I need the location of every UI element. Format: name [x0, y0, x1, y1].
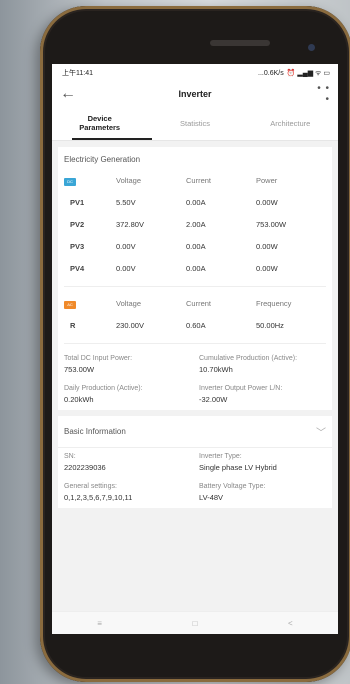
col-header-frequency: Frequency: [256, 299, 292, 308]
section-title: Basic Information: [64, 427, 126, 436]
tab-device-parameters[interactable]: Device Parameters: [52, 114, 147, 132]
section-title: Electricity Generation: [64, 155, 141, 164]
pv-name: PV2: [70, 220, 85, 229]
info-item: SN: 2202239036: [64, 452, 191, 472]
production-summary: Total DC Input Power: 753.00W Cumulative…: [58, 350, 332, 410]
active-tab-indicator: [72, 138, 152, 140]
summary-label: Inverter Output Power L/N:: [199, 385, 283, 392]
summary-label: Total DC Input Power:: [64, 355, 133, 362]
menu-icon[interactable]: ≡: [97, 619, 102, 628]
col-header-voltage: Voltage: [116, 176, 142, 185]
pv-voltage: 5.50V: [116, 198, 136, 207]
status-icons: ...0.6K/s ⏰ ▂▄▆ ᯤ ▭: [258, 69, 330, 78]
summary-value: 0.20kWh: [64, 395, 94, 404]
tab-bar: Device Parameters Statistics Architectur…: [52, 106, 338, 141]
col-header-voltage: Voltage: [116, 299, 142, 308]
ac-badge-cell: AC: [64, 293, 116, 315]
ac-frequency: 50.00Hz: [256, 321, 284, 330]
divider: [64, 343, 326, 344]
info-item: General settings: 0,1,2,3,5,6,7,9,10,11: [64, 482, 191, 502]
summary-value: -32.00W: [199, 395, 228, 404]
basic-information-grid: SN: 2202239036 Inverter Type: Single pha…: [58, 448, 332, 508]
pv-name: PV3: [70, 242, 85, 251]
title-bar: ← Inverter • • •: [52, 82, 338, 106]
ac-current: 0.60A: [186, 321, 206, 330]
info-value: 2202239036: [64, 463, 106, 472]
status-time: 上午11:41: [62, 70, 93, 77]
back-icon[interactable]: <: [288, 619, 293, 628]
info-label: General settings:: [64, 483, 117, 490]
ac-phase-name: R: [70, 321, 76, 330]
pv-power: 0.00W: [256, 242, 278, 251]
tab-architecture[interactable]: Architecture: [243, 119, 338, 128]
earpiece-speaker: [210, 40, 270, 46]
dc-badge: DC: [64, 178, 76, 186]
pv-current: 0.00A: [186, 242, 206, 251]
info-item: Inverter Type: Single phase LV Hybrid: [199, 452, 326, 472]
info-value: LV-48V: [199, 493, 224, 502]
tab-label-line2: Parameters: [79, 123, 121, 132]
pv-current: 0.00A: [186, 264, 206, 273]
back-arrow-icon[interactable]: ←: [60, 85, 80, 103]
info-label: Inverter Type:: [199, 453, 242, 460]
more-options-icon[interactable]: • • •: [310, 83, 330, 105]
summary-item: Daily Production (Active): 0.20kWh: [64, 384, 191, 404]
system-navigation-bar: ≡ □ <: [52, 611, 338, 634]
pv-name: PV4: [70, 264, 85, 273]
dc-table: DC Voltage Current Power PV1 5.50V 0.00A…: [58, 170, 332, 280]
divider: [64, 286, 326, 287]
ac-badge: AC: [64, 301, 76, 309]
status-bar: 上午11:41 ...0.6K/s ⏰ ▂▄▆ ᯤ ▭: [52, 64, 338, 82]
info-label: Battery Voltage Type:: [199, 483, 266, 490]
tab-label-line1: Device: [87, 114, 112, 123]
chevron-down-icon[interactable]: ﹀: [316, 424, 326, 439]
pv-power: 0.00W: [256, 198, 278, 207]
electricity-generation-card: Electricity Generation DC Voltage Curren…: [58, 147, 332, 410]
col-header-current: Current: [186, 299, 212, 308]
summary-item: Total DC Input Power: 753.00W: [64, 354, 191, 374]
home-icon[interactable]: □: [193, 619, 198, 628]
pv-power: 753.00W: [256, 220, 287, 229]
ac-table: AC Voltage Current Frequency R 230.00V 0…: [58, 293, 332, 337]
dc-badge-cell: DC: [64, 170, 116, 192]
info-label: SN:: [64, 453, 76, 460]
info-value: 0,1,2,3,5,6,7,9,10,11: [64, 493, 133, 502]
pv-voltage: 0.00V: [116, 264, 136, 273]
status-indicator-icons: ⏰ ▂▄▆ ᯤ ▭: [286, 69, 330, 77]
ac-voltage: 230.00V: [116, 321, 144, 330]
basic-information-header[interactable]: Basic Information ﹀: [58, 416, 332, 448]
pv-voltage: 0.00V: [116, 242, 136, 251]
col-header-power: Power: [256, 176, 278, 185]
col-header-current: Current: [186, 176, 212, 185]
pv-power: 0.00W: [256, 264, 278, 273]
basic-information-card: Basic Information ﹀ SN: 2202239036 Inver…: [58, 416, 332, 508]
summary-item: Inverter Output Power L/N: -32.00W: [199, 384, 326, 404]
info-value: Single phase LV Hybrid: [199, 463, 277, 472]
pv-name: PV1: [70, 198, 85, 207]
info-item: Battery Voltage Type: LV-48V: [199, 482, 326, 502]
summary-label: Cumulative Production (Active):: [199, 355, 298, 362]
pv-voltage: 372.80V: [116, 220, 144, 229]
network-speed: ...0.6K/s: [258, 69, 284, 77]
pv-current: 0.00A: [186, 198, 206, 207]
front-camera: [308, 44, 315, 51]
page-title: Inverter: [178, 89, 212, 99]
pv-current: 2.00A: [186, 220, 206, 229]
app-screen: 上午11:41 ...0.6K/s ⏰ ▂▄▆ ᯤ ▭ ← Inverter •…: [52, 64, 338, 634]
summary-value: 10.70kWh: [199, 365, 233, 374]
summary-value: 753.00W: [64, 365, 95, 374]
tab-statistics[interactable]: Statistics: [147, 119, 242, 128]
summary-item: Cumulative Production (Active): 10.70kWh: [199, 354, 326, 374]
summary-label: Daily Production (Active):: [64, 385, 143, 392]
